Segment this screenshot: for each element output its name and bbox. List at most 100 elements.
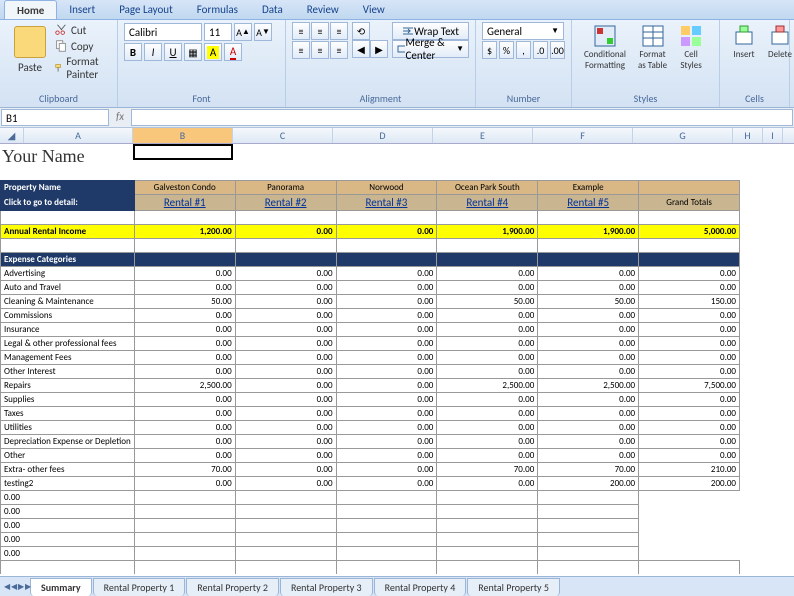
select-all-corner[interactable]: ◢ [0,128,24,143]
cell[interactable]: 0.00 [437,393,538,407]
cell[interactable] [1,211,135,225]
cell[interactable]: 0.00 [336,393,437,407]
name-box[interactable]: B1 [1,109,109,126]
cell[interactable]: 210.00 [639,463,740,477]
cell[interactable] [538,491,639,505]
cell[interactable] [336,519,437,533]
cell[interactable] [336,211,437,225]
cell[interactable]: 0.00 [639,407,740,421]
cell[interactable]: 0.00 [1,491,135,505]
cell[interactable]: Panorama [235,181,336,195]
cell[interactable]: 0.00 [235,435,336,449]
cell[interactable]: 0.00 [336,463,437,477]
cell[interactable]: 0.00 [134,449,235,463]
cell[interactable]: 0.00 [134,337,235,351]
fill-color-button[interactable]: A [204,43,222,61]
cell[interactable]: 0.00 [336,281,437,295]
cell[interactable] [639,211,740,225]
copy-button[interactable]: Copy [54,38,111,54]
cell[interactable]: 7,500.00 [639,379,740,393]
cell[interactable] [134,505,235,519]
indent-button[interactable]: ▶ [370,40,388,58]
cell[interactable]: 0.00 [437,477,538,491]
cell[interactable]: 0.00 [538,309,639,323]
tab-review[interactable]: Review [295,0,351,19]
cell[interactable]: 0.00 [538,421,639,435]
cell[interactable]: 0.00 [538,365,639,379]
cell[interactable] [134,547,235,561]
cell[interactable]: 70.00 [538,463,639,477]
border-button[interactable]: ▦ [184,43,202,61]
cell[interactable]: 0.00 [336,351,437,365]
cell[interactable]: Rental #2 [235,195,336,211]
cell[interactable] [538,253,639,267]
cell[interactable]: 0.00 [336,295,437,309]
cell[interactable] [639,181,740,195]
cell[interactable] [1,239,135,253]
cell[interactable]: 0.00 [437,435,538,449]
cell[interactable] [235,547,336,561]
insert-cells-button[interactable]: Insert [726,22,762,62]
cell[interactable]: 0.00 [134,323,235,337]
cell[interactable] [538,505,639,519]
cell[interactable]: Repairs [1,379,135,393]
dedent-button[interactable]: ◀ [352,40,370,58]
cell[interactable] [639,239,740,253]
cell[interactable]: 50.00 [437,295,538,309]
cell[interactable]: 0.00 [235,407,336,421]
cell[interactable] [437,533,538,547]
cell[interactable]: Grand Totals [639,195,740,211]
tab-home[interactable]: Home [4,0,57,19]
cell[interactable]: 0.00 [336,477,437,491]
cell[interactable]: Depreciation Expense or Depletion [1,435,135,449]
cell[interactable]: 0.00 [235,421,336,435]
cell[interactable]: 0.00 [235,295,336,309]
cell[interactable]: 0.00 [538,435,639,449]
cell[interactable] [235,239,336,253]
cell[interactable]: 0.00 [538,393,639,407]
fx-icon[interactable]: fx [110,108,130,127]
cell[interactable]: Management Fees [1,351,135,365]
cell[interactable] [134,253,235,267]
cell[interactable]: 0.00 [235,463,336,477]
cell[interactable]: 0.00 [336,365,437,379]
cell[interactable] [538,533,639,547]
grow-font-button[interactable]: A▲ [234,23,252,41]
conditional-format-button[interactable]: Conditional Formatting [578,22,632,73]
cell[interactable] [235,211,336,225]
cell[interactable]: Annual Rental Income [1,225,135,239]
cell[interactable]: 0.00 [235,365,336,379]
cell[interactable] [437,561,538,575]
cell[interactable] [235,491,336,505]
sheet-tab-summary[interactable]: Summary [30,578,92,596]
cell[interactable] [336,239,437,253]
your-name-cell[interactable]: Your Name [2,146,85,167]
currency-button[interactable]: $ [482,41,497,59]
percent-button[interactable]: % [499,41,514,59]
cell[interactable]: 0.00 [134,393,235,407]
cell[interactable]: 0.00 [235,477,336,491]
col-b[interactable]: B [133,128,233,143]
align-center-button[interactable]: ≡ [311,41,329,59]
cell[interactable]: 0.00 [336,407,437,421]
cell[interactable]: 0.00 [235,309,336,323]
shrink-font-button[interactable]: A▼ [254,23,272,41]
tab-view[interactable]: View [351,0,397,19]
cell[interactable] [235,505,336,519]
cell[interactable]: Rental #1 [134,195,235,211]
cell[interactable] [1,561,135,575]
col-e[interactable]: E [433,128,533,143]
cell[interactable]: 0.00 [235,323,336,337]
align-mid-button[interactable]: ≡ [311,22,329,40]
cell[interactable]: 50.00 [134,295,235,309]
cell[interactable]: 0.00 [437,421,538,435]
cell[interactable]: 0.00 [1,519,135,533]
cell[interactable]: 0.00 [235,225,336,239]
cell[interactable]: 0.00 [639,309,740,323]
cell[interactable] [437,239,538,253]
tab-insert[interactable]: Insert [57,0,107,19]
tab-page-layout[interactable]: Page Layout [107,0,185,19]
dec-decimal-button[interactable]: .00 [550,41,565,59]
align-right-button[interactable]: ≡ [330,41,348,59]
cell[interactable]: 0.00 [336,379,437,393]
